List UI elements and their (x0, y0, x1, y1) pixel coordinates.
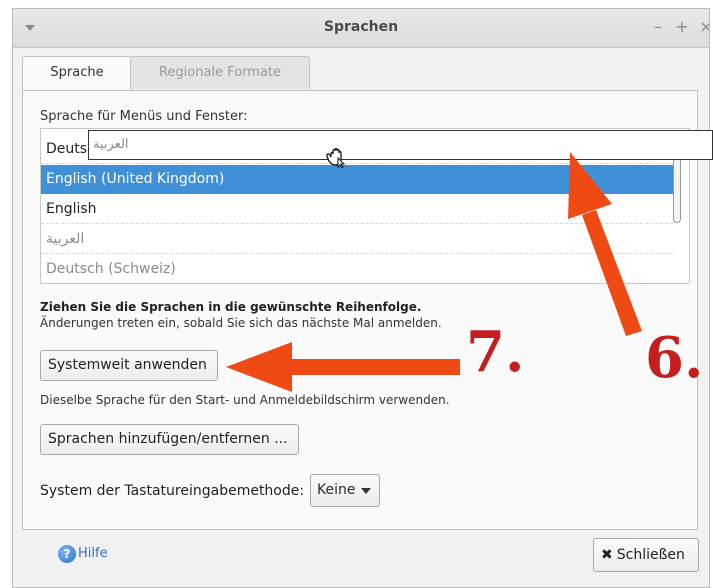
window-title: Sprachen (323, 19, 399, 35)
maximize-icon[interactable]: + (673, 18, 691, 36)
help-icon: ? (58, 545, 76, 563)
add-remove-languages-button[interactable]: Sprachen hinzufügen/entfernen ... (40, 424, 299, 455)
annotation-step-6: 6. (645, 325, 704, 391)
drag-hint-note: Änderungen treten ein, sobald Sie sich d… (40, 316, 442, 330)
list-item[interactable]: العربية (41, 225, 673, 254)
close-x-icon: ✖ (601, 547, 613, 563)
dragged-language-item[interactable]: العربية (88, 130, 713, 160)
minimize-icon[interactable]: – (649, 18, 667, 36)
input-method-value: Keine (317, 482, 356, 498)
close-icon[interactable]: × (697, 18, 709, 36)
tab-regionale-formate[interactable]: Regionale Formate (130, 56, 310, 89)
drag-hint-bold: Ziehen Sie die Sprachen in die gewünscht… (40, 300, 422, 314)
grab-hand-cursor-icon (326, 147, 346, 169)
input-method-label: System der Tastatureingabemethode: (40, 483, 305, 499)
title-bar[interactable]: Sprachen – + × (13, 9, 709, 48)
list-item[interactable]: Deutsch (Schweiz) (41, 255, 673, 283)
close-button[interactable]: ✖ Schließen (593, 538, 699, 572)
list-item[interactable]: English (41, 195, 673, 224)
list-item-selected[interactable]: English (United Kingdom) (41, 165, 673, 194)
close-label: Schließen (616, 547, 685, 563)
language-list-label: Sprache für Menüs und Fenster: (40, 109, 248, 124)
tab-sprache[interactable]: Sprache (22, 56, 132, 91)
apply-system-wide-button[interactable]: Systemweit anwenden (40, 350, 218, 381)
chevron-down-icon (361, 488, 371, 494)
input-method-select[interactable]: Keine (310, 474, 380, 507)
help-label: Hilfe (78, 546, 108, 561)
annotation-step-7: 7. (466, 319, 525, 385)
system-wide-description: Dieselbe Sprache für den Start- und Anme… (40, 393, 450, 407)
